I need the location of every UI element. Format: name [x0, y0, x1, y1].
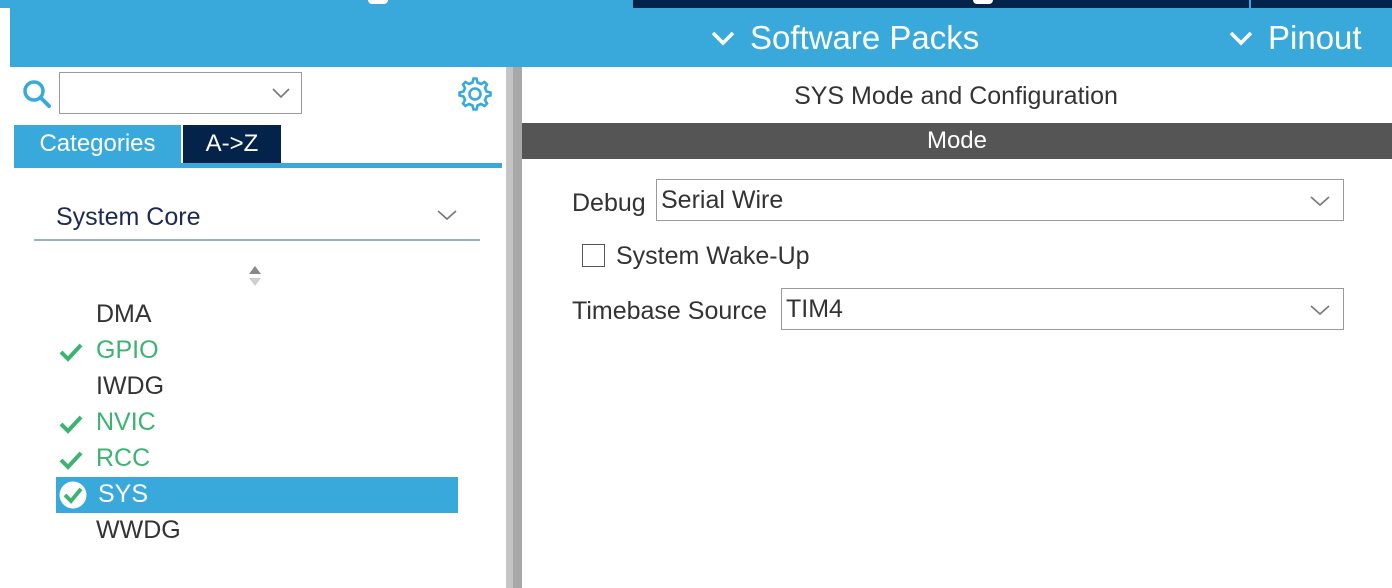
software-packs-label: Software Packs: [750, 19, 980, 56]
top-tab-partial[interactable]: [633, 0, 1249, 8]
system-wakeup-label: System Wake-Up: [616, 242, 810, 270]
list-item-dma[interactable]: DMA: [56, 297, 458, 333]
chevron-down-icon: [1310, 196, 1330, 207]
category-label: System Core: [56, 203, 201, 231]
timebase-value: TIM4: [786, 295, 843, 323]
list-item-rcc[interactable]: RCC: [56, 441, 458, 477]
category-dropdown[interactable]: System Core: [34, 193, 480, 241]
system-wakeup-checkbox[interactable]: [582, 244, 605, 267]
list-item-gpio[interactable]: GPIO: [56, 333, 458, 369]
timebase-source-dropdown[interactable]: TIM4: [781, 288, 1344, 330]
checkmark-icon: [59, 451, 83, 470]
panel-title: SYS Mode and Configuration: [794, 82, 1118, 110]
peripheral-label: DMA: [96, 300, 152, 328]
tab-a-to-z[interactable]: A->Z: [183, 125, 281, 163]
list-item-iwdg[interactable]: IWDG: [56, 369, 458, 405]
peripheral-list: DMA GPIO IWDG NVIC RCC SYS WWDG: [56, 297, 458, 549]
timebase-source-label: Timebase Source: [572, 297, 767, 325]
splitter-edge: [507, 67, 513, 588]
sort-arrows-icon[interactable]: [246, 263, 264, 289]
software-packs-menu[interactable]: Software Packs: [710, 19, 980, 56]
chevron-down-icon: [711, 31, 735, 46]
search-combobox[interactable]: [59, 72, 302, 114]
partial-tab-edge: [973, 0, 993, 4]
list-item-sys[interactable]: SYS: [56, 477, 458, 513]
left-panel: Categories A->Z System Core DMA GPIO IWD…: [10, 67, 506, 588]
panel-splitter[interactable]: [506, 67, 522, 588]
pinout-label: Pinout: [1268, 19, 1362, 56]
chevron-down-icon: [1229, 31, 1253, 46]
check-circle-icon: [59, 481, 87, 509]
peripheral-label: NVIC: [96, 408, 156, 436]
pinout-menu[interactable]: Pinout: [1228, 19, 1362, 56]
top-tab-partial[interactable]: [1251, 0, 1392, 8]
tab-underline: [14, 163, 502, 168]
list-item-nvic[interactable]: NVIC: [56, 405, 458, 441]
chevron-down-icon: [437, 210, 457, 221]
list-item-wwdg[interactable]: WWDG: [56, 513, 458, 549]
search-icon[interactable]: [22, 79, 52, 109]
debug-label: Debug: [572, 189, 646, 217]
peripheral-label: IWDG: [96, 372, 165, 400]
header-bar: Software Packs Pinout: [10, 8, 1392, 67]
peripheral-label: GPIO: [96, 336, 159, 364]
top-tab-strip: [0, 0, 1392, 8]
peripheral-label: RCC: [96, 444, 151, 472]
checkmark-icon: [59, 343, 83, 362]
tab-categories[interactable]: Categories: [14, 125, 181, 163]
section-header-mode: Mode: [522, 123, 1392, 159]
chevron-down-icon: [272, 88, 290, 99]
peripheral-label: WWDG: [96, 516, 181, 544]
partial-tab-edge: [368, 0, 388, 4]
peripheral-label: SYS: [98, 480, 149, 508]
chevron-down-icon: [1310, 305, 1330, 316]
checkmark-icon: [59, 415, 83, 434]
gear-icon[interactable]: [458, 77, 492, 111]
debug-value: Serial Wire: [661, 186, 784, 214]
right-panel: SYS Mode and Configuration Mode Debug Se…: [522, 67, 1392, 588]
debug-dropdown[interactable]: Serial Wire: [656, 179, 1344, 221]
